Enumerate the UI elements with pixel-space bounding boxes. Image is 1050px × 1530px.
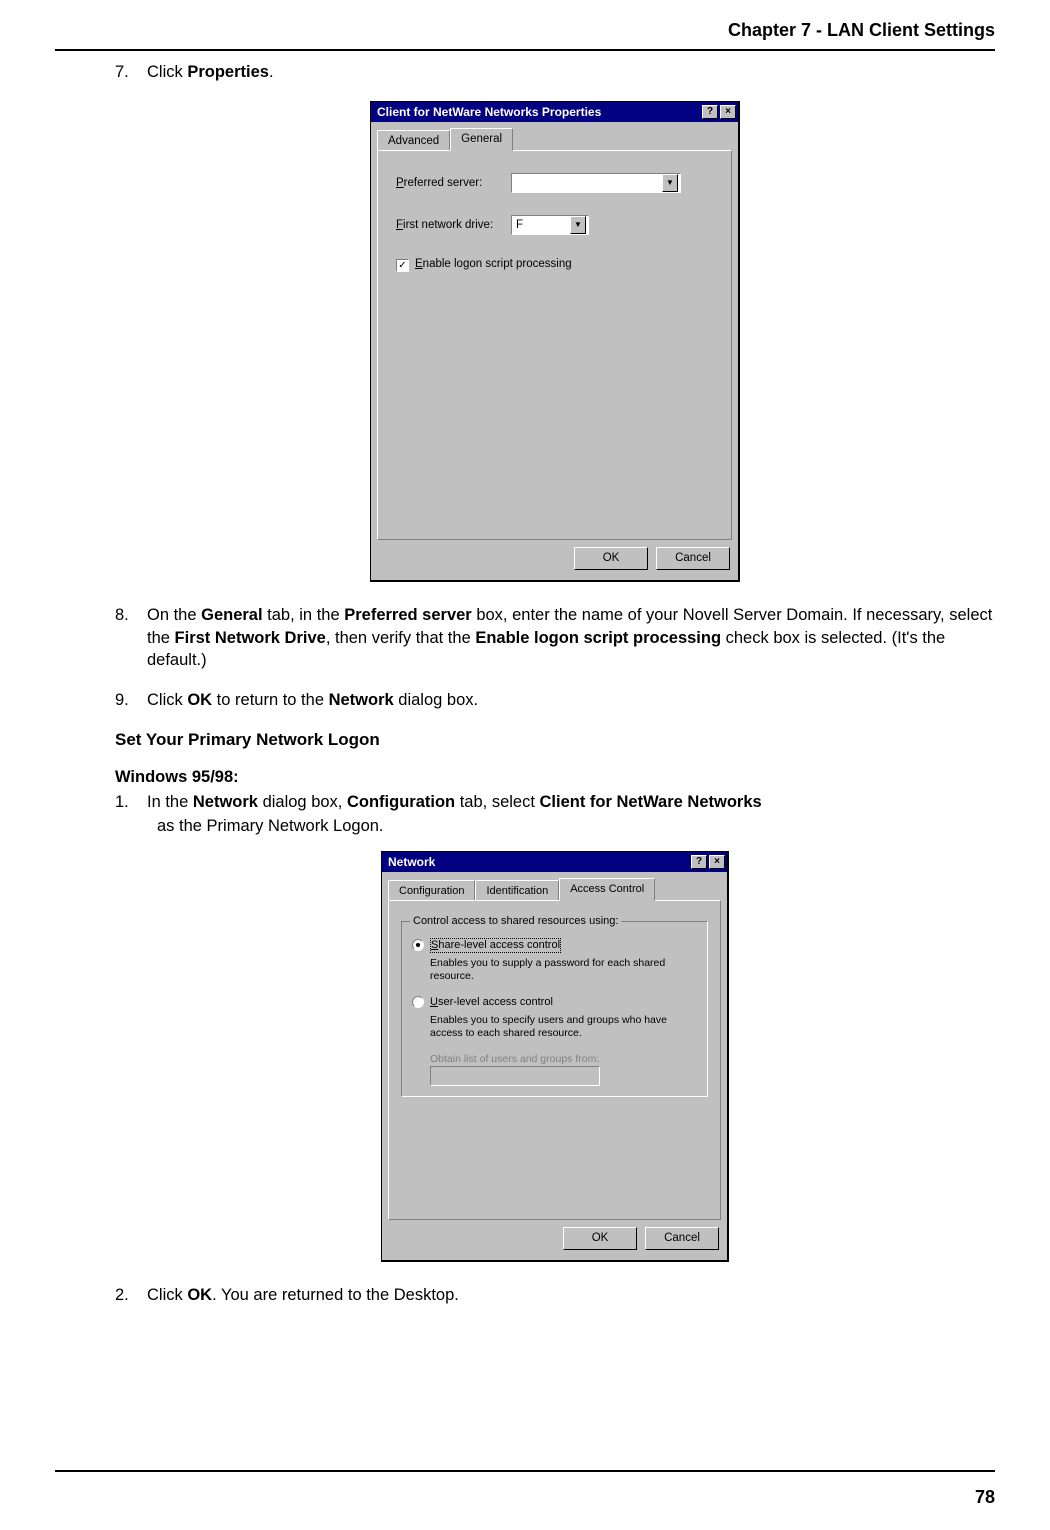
page-number: 78: [975, 1487, 995, 1508]
dialog-titlebar: Network ? ×: [382, 852, 727, 872]
tab-identification[interactable]: Identification: [475, 880, 559, 901]
step-b1-cont: as the Primary Network Logon.: [115, 815, 995, 837]
access-control-group: Control access to shared resources using…: [401, 921, 708, 1097]
step-number: 8.: [115, 604, 147, 671]
step-text: tab, in the: [263, 606, 345, 624]
user-level-desc: Enables you to specify users and groups …: [430, 1014, 697, 1040]
step-8: 8. On the General tab, in the Preferred …: [115, 604, 995, 671]
network-dialog: Network ? × Configuration Identification…: [381, 851, 729, 1262]
step-text: Click: [147, 63, 187, 81]
chevron-down-icon[interactable]: ▼: [570, 216, 586, 234]
tab-panel-access-control: Control access to shared resources using…: [388, 900, 721, 1220]
step-bold: General: [201, 606, 262, 624]
step-bold: Client for NetWare Networks: [540, 793, 762, 811]
user-level-radio[interactable]: [412, 996, 424, 1008]
obtain-list-label: Obtain list of users and groups from:: [430, 1052, 697, 1066]
help-icon[interactable]: ?: [691, 855, 707, 869]
section-heading: Set Your Primary Network Logon: [115, 729, 995, 752]
step-bold: Properties: [187, 63, 269, 81]
step-text: tab, select: [455, 793, 539, 811]
user-level-label: User-level access control: [430, 995, 553, 1010]
chevron-down-icon[interactable]: ▼: [662, 174, 678, 192]
step-bold: OK: [187, 691, 212, 709]
step-number: 7.: [115, 61, 147, 83]
dialog-title: Network: [388, 854, 689, 870]
first-network-drive-combo[interactable]: ▼: [511, 215, 589, 235]
preferred-server-combo[interactable]: ▼: [511, 173, 681, 193]
step-b1: 1. In the Network dialog box, Configurat…: [115, 791, 995, 813]
first-network-drive-label: First network drive:: [396, 218, 511, 234]
step-text: to return to the: [212, 691, 328, 709]
header-rule: [55, 49, 995, 51]
first-network-drive-input[interactable]: [512, 216, 570, 234]
tab-configuration[interactable]: Configuration: [388, 880, 475, 901]
step-7: 7. Click Properties.: [115, 61, 995, 83]
tab-general[interactable]: General: [450, 128, 513, 151]
share-level-label: Share-level access control: [430, 938, 561, 953]
tab-advanced[interactable]: Advanced: [377, 130, 450, 151]
enable-logon-label: Enable logon script processing: [415, 257, 572, 273]
group-label: Control access to shared resources using…: [410, 914, 621, 929]
step-text: dialog box.: [394, 691, 478, 709]
step-text: , then verify that the: [326, 629, 476, 647]
step-bold: Network: [193, 793, 258, 811]
step-b2: 2. Click OK. You are returned to the Des…: [115, 1284, 995, 1306]
step-text: . You are returned to the Desktop.: [212, 1286, 459, 1304]
preferred-server-input[interactable]: [512, 174, 662, 192]
step-bold: Network: [329, 691, 394, 709]
ok-button[interactable]: OK: [574, 547, 648, 570]
help-icon[interactable]: ?: [702, 105, 718, 119]
step-bold: First Network Drive: [175, 629, 326, 647]
step-text: .: [269, 63, 274, 81]
step-bold: Enable logon script processing: [475, 629, 721, 647]
share-level-radio[interactable]: [412, 939, 424, 951]
enable-logon-checkbox[interactable]: ✓: [396, 259, 409, 272]
step-text: Click: [147, 1286, 187, 1304]
step-number: 1.: [115, 791, 147, 813]
dialog-titlebar: Client for NetWare Networks Properties ?…: [371, 102, 738, 122]
footer-rule: [55, 1470, 995, 1472]
tab-strip: Advanced General: [371, 122, 738, 151]
tab-panel-general: Preferred server: ▼ First network drive:…: [377, 150, 732, 540]
tab-strip: Configuration Identification Access Cont…: [382, 872, 727, 901]
cancel-button[interactable]: Cancel: [656, 547, 730, 570]
preferred-server-label: Preferred server:: [396, 176, 511, 192]
step-text: Click: [147, 691, 187, 709]
step-text: In the: [147, 793, 193, 811]
cancel-button[interactable]: Cancel: [645, 1227, 719, 1250]
step-bold: Preferred server: [344, 606, 472, 624]
close-icon[interactable]: ×: [709, 855, 725, 869]
step-bold: OK: [187, 1286, 212, 1304]
step-text: dialog box,: [258, 793, 347, 811]
dialog-title: Client for NetWare Networks Properties: [377, 104, 700, 120]
step-bold: Configuration: [347, 793, 455, 811]
sub-heading: Windows 95/98:: [115, 766, 995, 788]
netware-properties-dialog: Client for NetWare Networks Properties ?…: [370, 101, 740, 582]
tab-access-control[interactable]: Access Control: [559, 878, 655, 901]
ok-button[interactable]: OK: [563, 1227, 637, 1250]
obtain-list-input: [430, 1066, 600, 1086]
close-icon[interactable]: ×: [720, 105, 736, 119]
step-9: 9. Click OK to return to the Network dia…: [115, 689, 995, 711]
step-number: 2.: [115, 1284, 147, 1306]
step-number: 9.: [115, 689, 147, 711]
chapter-header: Chapter 7 - LAN Client Settings: [55, 0, 995, 49]
step-text: On the: [147, 606, 201, 624]
share-level-desc: Enables you to supply a password for eac…: [430, 957, 697, 983]
